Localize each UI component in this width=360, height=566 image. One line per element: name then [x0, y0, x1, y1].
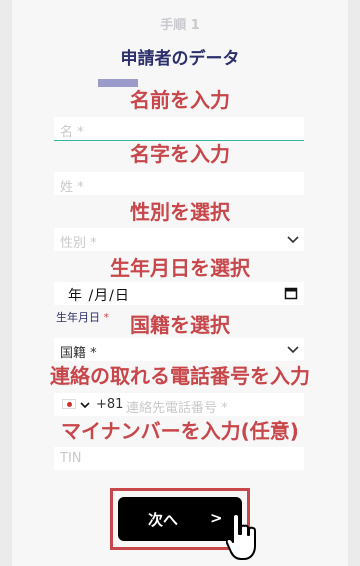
progress-bar	[98, 79, 138, 87]
section-title: 申請者のデータ	[120, 49, 240, 69]
birthdate-input[interactable]: 年 /月/日	[54, 282, 304, 305]
chevron-down-icon	[287, 236, 299, 244]
nationality-select[interactable]: 国籍 *	[54, 338, 304, 361]
annotation-birthdate: 生年月日を選択	[110, 256, 250, 280]
pointer-cursor-icon	[226, 513, 256, 560]
annotation-nationality: 国籍を選択	[130, 313, 230, 337]
gender-placeholder: 性別 *	[60, 236, 97, 251]
phone-placeholder: 連絡先電話番号 *	[126, 401, 228, 416]
last-name-field[interactable]: 姓 *	[54, 172, 304, 195]
annotation-gender: 性別を選択	[130, 200, 230, 224]
calendar-icon[interactable]	[284, 286, 298, 300]
next-button[interactable]: 次へ >	[118, 497, 242, 541]
tin-field[interactable]: TIN	[54, 447, 304, 470]
next-button-label: 次へ	[148, 511, 179, 529]
phone-country-code: +81	[96, 397, 124, 412]
gender-select[interactable]: 性別 *	[54, 228, 304, 251]
last-name-placeholder: 姓 *	[60, 180, 84, 195]
birthdate-value: 年 /月/日	[68, 288, 130, 304]
annotation-last-name: 名字を入力	[130, 142, 230, 166]
next-arrow-icon: >	[210, 509, 223, 527]
country-chevron-icon[interactable]	[80, 400, 90, 410]
tin-placeholder: TIN	[60, 451, 82, 466]
annotation-first-name: 名前を入力	[130, 88, 230, 112]
first-name-placeholder: 名 *	[60, 125, 84, 140]
step-indicator: 手順 1	[160, 18, 200, 33]
nationality-value: 国籍 *	[60, 346, 97, 361]
chevron-down-icon	[287, 346, 299, 354]
phone-field[interactable]: +81 連絡先電話番号 *	[54, 393, 304, 416]
annotation-phone: 連絡の取れる電話番号を入力	[50, 364, 310, 388]
annotation-mynumber: マイナンバーを入力(任意)	[61, 419, 299, 443]
japan-flag-icon[interactable]	[62, 399, 76, 409]
first-name-field[interactable]: 名 *	[54, 117, 304, 141]
